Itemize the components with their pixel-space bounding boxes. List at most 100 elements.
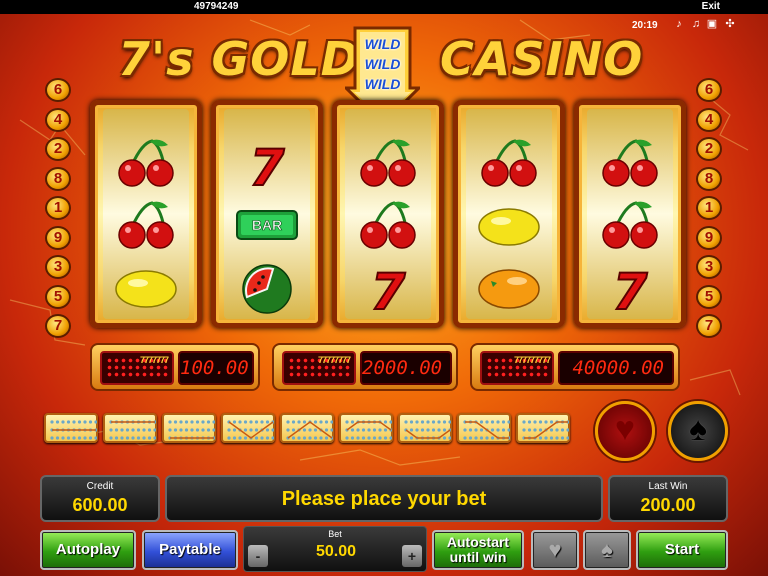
credit-value: 600.00 [72, 495, 128, 515]
reel-window: 7 [587, 109, 673, 319]
line-number[interactable]: 7 [45, 314, 71, 338]
line-pattern-button[interactable] [103, 413, 157, 443]
svg-text:7: 7 [250, 139, 285, 191]
paytable-button[interactable]: Paytable [142, 530, 238, 570]
line-number[interactable]: 5 [696, 284, 722, 309]
music-icon[interactable]: ♪ [673, 18, 685, 30]
cherry-symbol [103, 133, 189, 193]
line-number[interactable]: 8 [45, 166, 71, 191]
logo-sevens-gold: 7's GOLD [118, 32, 360, 86]
gamble-heart-button[interactable]: ♥ [531, 530, 579, 570]
line-number[interactable]: 6 [696, 78, 722, 102]
reel-window: 7 [345, 109, 431, 319]
settings-icon[interactable]: ✣ [724, 18, 736, 30]
line-pattern-button[interactable] [162, 413, 216, 443]
jackpot-value: 100.00 [178, 351, 254, 385]
cherry-symbol [345, 195, 431, 255]
svg-text:BAR: BAR [252, 217, 282, 233]
jackpot-panel-2: 77777777 2000.00 [272, 343, 458, 391]
exit-button[interactable]: Exit [702, 1, 720, 12]
bet-plus-button[interactable]: + [402, 545, 422, 567]
cherry-symbol [345, 133, 431, 193]
line-pattern-button[interactable] [398, 413, 452, 443]
reel-window: 7 BAR [224, 109, 310, 319]
last-win-panel: Last Win 200.00 [608, 475, 728, 522]
credit-label: Credit [86, 481, 114, 492]
jackpot-panel-3: 777777777 40000.00 [470, 343, 680, 391]
jackpot-value: 40000.00 [558, 351, 674, 385]
line-number[interactable]: 4 [696, 107, 722, 132]
cherry-symbol [587, 133, 673, 193]
reel-window [466, 109, 552, 319]
cherry-symbol [466, 133, 552, 193]
line-number[interactable]: 8 [696, 166, 722, 191]
game-id: 49794249 [194, 1, 239, 12]
start-button[interactable]: Start [636, 530, 728, 570]
fullscreen-icon[interactable]: ▣ [706, 18, 718, 30]
sound-icon[interactable]: ♫ [690, 18, 702, 30]
line-pattern-button[interactable] [44, 413, 98, 443]
cherry-symbol [587, 195, 673, 255]
line-number[interactable]: 5 [45, 284, 71, 309]
line-number[interactable]: 1 [696, 196, 722, 220]
logo-casino: CASINO [440, 32, 644, 86]
jackpot-sevens: 7777777 [139, 355, 169, 365]
spade-icon: ♠ [601, 537, 613, 562]
game-screen: 49794249 Exit 20:19 ♪ ♫ ▣ ✣ 7's GOLD CAS… [0, 0, 768, 576]
line-number[interactable]: 4 [45, 107, 71, 132]
status-message: Please place your bet [281, 488, 487, 510]
jackpot-sevens: 77777777 [318, 355, 351, 365]
bet-label: Bet [328, 529, 342, 539]
jackpot-sevens: 777777777 [514, 355, 551, 365]
line-pattern-button[interactable] [457, 413, 511, 443]
line-number[interactable]: 7 [696, 314, 722, 338]
line-pattern-button[interactable] [339, 413, 393, 443]
wild-text-1: WILD [364, 36, 401, 52]
credit-panel: Credit 600.00 [40, 475, 160, 522]
reel-3: 7 [332, 100, 444, 328]
reel-2: 7 BAR [211, 100, 323, 328]
lemon-symbol [103, 257, 189, 317]
orange-symbol [466, 257, 552, 317]
bar-symbol: BAR [224, 195, 310, 255]
jackpot-value: 2000.00 [360, 351, 452, 385]
bet-minus-button[interactable]: - [248, 545, 268, 567]
line-numbers-left: 6 4 2 8 1 9 3 5 7 [45, 78, 75, 344]
clock: 20:19 [632, 20, 658, 31]
line-number[interactable]: 9 [696, 225, 722, 250]
svg-text:7: 7 [371, 263, 406, 315]
last-win-value: 200.00 [640, 495, 696, 515]
line-number[interactable]: 6 [45, 78, 71, 102]
top-bar: 49794249 Exit [0, 0, 768, 14]
lemon-symbol [466, 195, 552, 255]
line-number[interactable]: 3 [696, 255, 722, 279]
heart-icon: ♥ [548, 537, 562, 562]
wild-text-3: WILD [364, 76, 401, 92]
bet-panel: Bet - 50.00 + [243, 526, 427, 572]
last-win-label: Last Win [648, 481, 688, 492]
line-number[interactable]: 2 [45, 137, 71, 161]
bet-value: 50.00 [315, 543, 357, 560]
heart-icon: ♥ [614, 410, 636, 448]
reel-window [103, 109, 189, 319]
wild-text-2: WILD [364, 56, 401, 72]
seven-symbol: 7 [224, 133, 310, 193]
seven-symbol: 7 [345, 257, 431, 317]
autoplay-button[interactable]: Autoplay [40, 530, 136, 570]
spade-icon: ♠ [688, 410, 708, 448]
line-number[interactable]: 2 [696, 137, 722, 161]
watermelon-symbol [224, 257, 310, 317]
gamble-red-button[interactable]: ♥ [595, 401, 655, 461]
jackpot-icon: 777777777 [480, 351, 554, 385]
line-pattern-button[interactable] [221, 413, 275, 443]
gamble-black-button[interactable]: ♠ [668, 401, 728, 461]
reel-5: 7 [574, 100, 686, 328]
line-number[interactable]: 1 [45, 196, 71, 220]
line-pattern-button[interactable] [280, 413, 334, 443]
autostart-button[interactable]: Autostart until win [432, 530, 524, 570]
gamble-spade-button[interactable]: ♠ [583, 530, 631, 570]
line-number[interactable]: 9 [45, 225, 71, 250]
line-number[interactable]: 3 [45, 255, 71, 279]
line-pattern-button[interactable] [516, 413, 570, 443]
autostart-label-line2: until win [449, 549, 507, 565]
